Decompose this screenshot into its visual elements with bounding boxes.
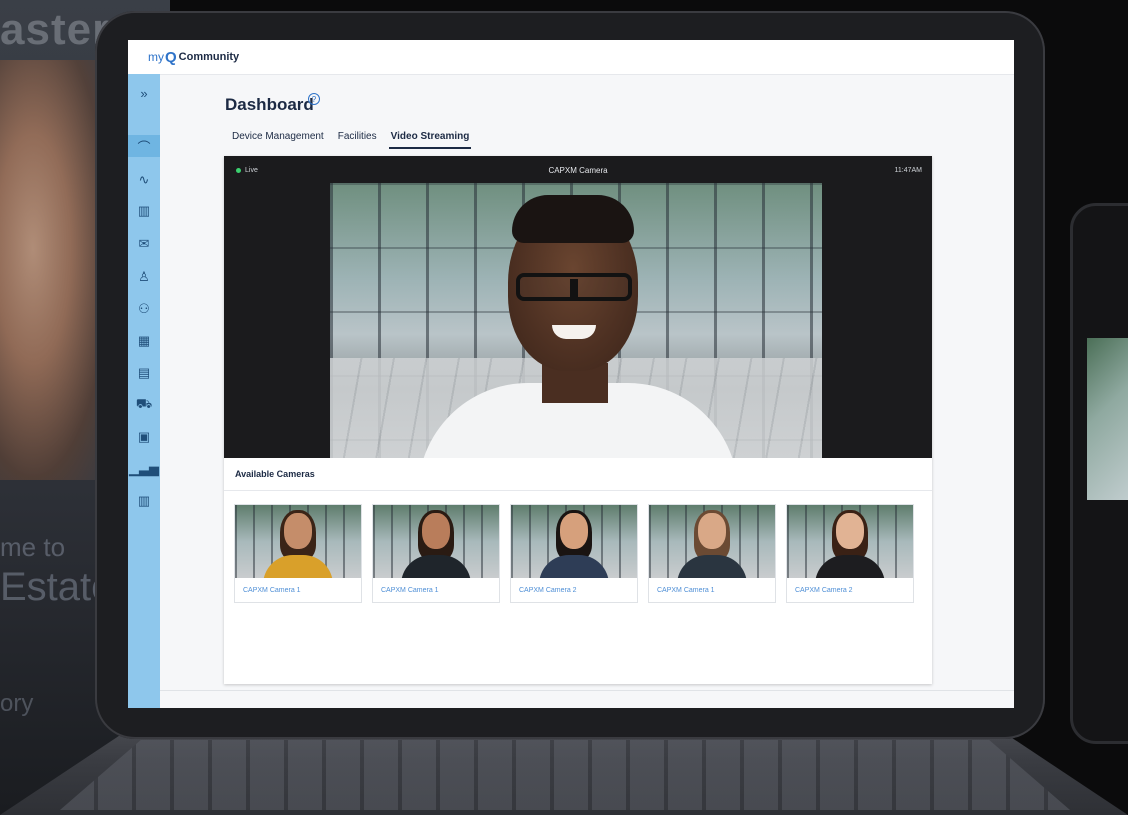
video-camera-title: CAPXM Camera xyxy=(548,166,608,175)
logo-name: Community xyxy=(178,51,240,63)
person-head xyxy=(560,513,588,549)
camera-card[interactable]: CAPXM Camera 1 xyxy=(372,504,500,603)
camera-thumbnail xyxy=(511,505,637,578)
tab-device-management[interactable]: Device Management xyxy=(230,131,326,149)
camera-card[interactable]: CAPXM Camera 1 xyxy=(234,504,362,603)
logo-q: Q xyxy=(165,48,177,66)
poster-text: ory xyxy=(0,690,34,717)
sidebar: » ⌒ ∿ ▥ ✉ ♙ ⚇ ▦ ▤ ⛟ ▣ ▁▃▅ ▥ xyxy=(128,74,160,708)
camera-list: CAPXM Camera 1 CAPXM Camera 1 CAPXM Camera… xyxy=(234,504,914,603)
person-hair xyxy=(512,195,634,243)
poster-text: me to xyxy=(0,532,66,562)
available-cameras-header: Available Cameras xyxy=(224,458,932,491)
camera-label: CAPXM Camera 2 xyxy=(519,587,577,594)
camera-label: CAPXM Camera 2 xyxy=(795,587,853,594)
camera-card[interactable]: CAPXM Camera 2 xyxy=(510,504,638,603)
logo-my: my xyxy=(148,50,164,64)
phone-device xyxy=(1070,203,1128,744)
video-player[interactable]: Live CAPXM Camera 11:47AM xyxy=(224,156,932,458)
tab-facilities[interactable]: Facilities xyxy=(336,131,379,149)
video-panel: Live CAPXM Camera 11:47AM Available Came… xyxy=(224,156,932,684)
tab-bar: Device Management Facilities Video Strea… xyxy=(230,131,472,149)
users-icon[interactable]: ⚇ xyxy=(128,298,160,320)
top-bar: my Q Community xyxy=(128,40,1014,75)
video-timestamp: 11:47AM xyxy=(894,167,923,174)
camera-label: CAPXM Camera 1 xyxy=(243,587,301,594)
person-head xyxy=(836,513,864,549)
video-feed xyxy=(330,183,822,458)
camera-thumbnail xyxy=(235,505,361,578)
tab-video-streaming[interactable]: Video Streaming xyxy=(388,131,472,149)
help-icon[interactable]: ? xyxy=(308,93,320,105)
dashboard-gauge-icon[interactable]: ⌒ xyxy=(128,135,160,157)
camera-card[interactable]: CAPXM Camera 2 xyxy=(786,504,914,603)
parking-icon[interactable]: ⛟ xyxy=(128,394,160,416)
bar-chart-icon[interactable]: ▁▃▅ xyxy=(128,458,160,480)
keyboard-keys xyxy=(60,740,1070,810)
poster-photo xyxy=(0,60,110,480)
camera-label: CAPXM Camera 1 xyxy=(381,587,439,594)
mail-icon[interactable]: ✉ xyxy=(128,233,160,255)
buildings-icon[interactable]: ▥ xyxy=(128,490,160,512)
camera-label: CAPXM Camera 1 xyxy=(657,587,715,594)
app-logo[interactable]: my Q Community xyxy=(148,49,239,66)
expand-sidebar-icon[interactable]: » xyxy=(128,82,160,104)
person-head xyxy=(284,513,312,549)
camera-thumbnail xyxy=(649,505,775,578)
id-card-icon[interactable]: ▤ xyxy=(128,362,160,384)
camera-thumbnail xyxy=(373,505,499,578)
person-head xyxy=(422,513,450,549)
calendar-icon[interactable]: ▦ xyxy=(128,330,160,352)
activity-icon[interactable]: ∿ xyxy=(128,169,160,191)
person-head xyxy=(698,513,726,549)
divider xyxy=(160,690,1014,691)
camera-card[interactable]: CAPXM Camera 1 xyxy=(648,504,776,603)
app-screen: my Q Community » ⌒ ∿ ▥ ✉ ♙ ⚇ ▦ ▤ ⛟ ▣ ▁▃▅ ▥ Dashboar… xyxy=(128,40,1014,708)
user-icon[interactable]: ♙ xyxy=(128,266,160,288)
available-cameras-title: Available Cameras xyxy=(235,469,315,479)
building-icon[interactable]: ▥ xyxy=(128,200,160,222)
camera-thumbnail xyxy=(787,505,913,578)
page-title: Dashboard xyxy=(225,95,314,114)
badge-icon[interactable]: ▣ xyxy=(128,426,160,448)
phone-screen xyxy=(1087,338,1128,500)
glasses xyxy=(516,273,632,301)
